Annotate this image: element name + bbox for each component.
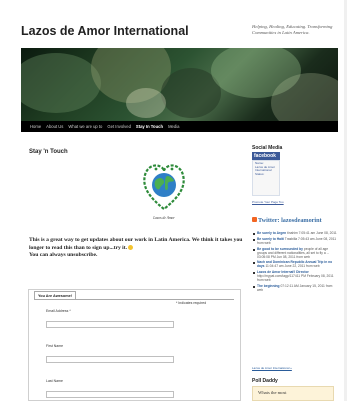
globe-heart-logo (143, 164, 185, 211)
main-nav: Home About Us What we are up to Get Invo… (21, 121, 338, 132)
email-label: Email Address * (46, 309, 71, 313)
last-name-field[interactable] (46, 391, 174, 398)
promote-page-link[interactable]: Promote Your Page Too (252, 200, 284, 204)
form-tab-divider (34, 299, 234, 300)
header-banner-image (21, 48, 338, 122)
first-name-field[interactable] (46, 356, 174, 363)
rss-icon (252, 217, 257, 222)
poll-widget[interactable]: Whats the most (252, 386, 334, 401)
intro-paragraph: This is a great way to get updates about… (29, 237, 243, 251)
list-item[interactable]: Be surely to Argen tinahim 7:05:41 am Ju… (252, 231, 338, 236)
required-note: * Indicates required (176, 301, 207, 305)
intro-text: This is a great way to get updates about… (29, 237, 244, 260)
nav-item-about-us[interactable]: About Us (46, 124, 63, 129)
unsubscribe-text: You can always unsubscribe. (29, 252, 98, 259)
tweet-title: Be surely to Argen (257, 231, 287, 235)
poll-question: Whats the most (258, 390, 287, 395)
site-tagline: Helping, Healing, Educating. Transformin… (252, 24, 333, 35)
list-item[interactable]: Be surely to Haiti Trasbilla 7:05:43 am … (252, 237, 338, 246)
nav-item-home[interactable]: Home (30, 124, 41, 129)
page: Lazos de Amor International Helping, Hea… (0, 0, 347, 401)
site-title[interactable]: Lazos de Amor International (21, 24, 189, 38)
twitter-heading[interactable]: Twitter: lazosdeamorint (252, 217, 322, 225)
list-item[interactable]: Nach and Dominican Republic Annual Trip … (252, 261, 338, 269)
social-media-heading: Social Media (252, 145, 283, 151)
last-name-label: Last Name (46, 379, 63, 383)
nav-item-media[interactable]: Media (168, 124, 179, 129)
poll-heading: Poll Daddy (252, 378, 278, 384)
list-item[interactable]: The beginning 07:12:11 AM January 15, 20… (252, 284, 338, 293)
tweet-meta: 11:04:47 am June 22, 2011 from web (265, 264, 320, 269)
list-item[interactable]: Be good to be surrounded by people of al… (252, 247, 338, 260)
nav-item-get-involved[interactable]: Get Involved (107, 124, 131, 129)
smiley-icon (128, 244, 134, 250)
tweet-list: Be surely to Argen tinahim 7:05:41 am Ju… (252, 231, 338, 295)
email-field[interactable] (46, 321, 174, 328)
logo-caption: Lazos de Amor (153, 216, 175, 220)
facebook-profile-box[interactable]: Name: Lazos de Amor International Status… (252, 160, 280, 196)
nav-item-what-we-are-up-to[interactable]: What we are up to (68, 124, 102, 129)
twitter-profile-link[interactable]: Lazos de Amor International » (252, 366, 292, 370)
tweet-meta: http://mypat.com/tagp/117411 PM February… (257, 274, 334, 283)
facebook-badge[interactable]: facebook (252, 152, 280, 160)
nav-item-stay-in-touch[interactable]: Stay In Touch (136, 124, 163, 129)
page-title: Stay 'n Touch (29, 149, 68, 155)
list-item[interactable]: Lazos de Amor Internat'l Director http:/… (252, 270, 338, 283)
tweet-meta: tinahim 7:05:41 am June 08, 2011 (287, 231, 337, 235)
facebook-box-line: Status: (255, 171, 265, 176)
twitter-heading-text: Twitter: lazosdeamorint (258, 217, 322, 224)
first-name-label: First Name (46, 344, 64, 348)
